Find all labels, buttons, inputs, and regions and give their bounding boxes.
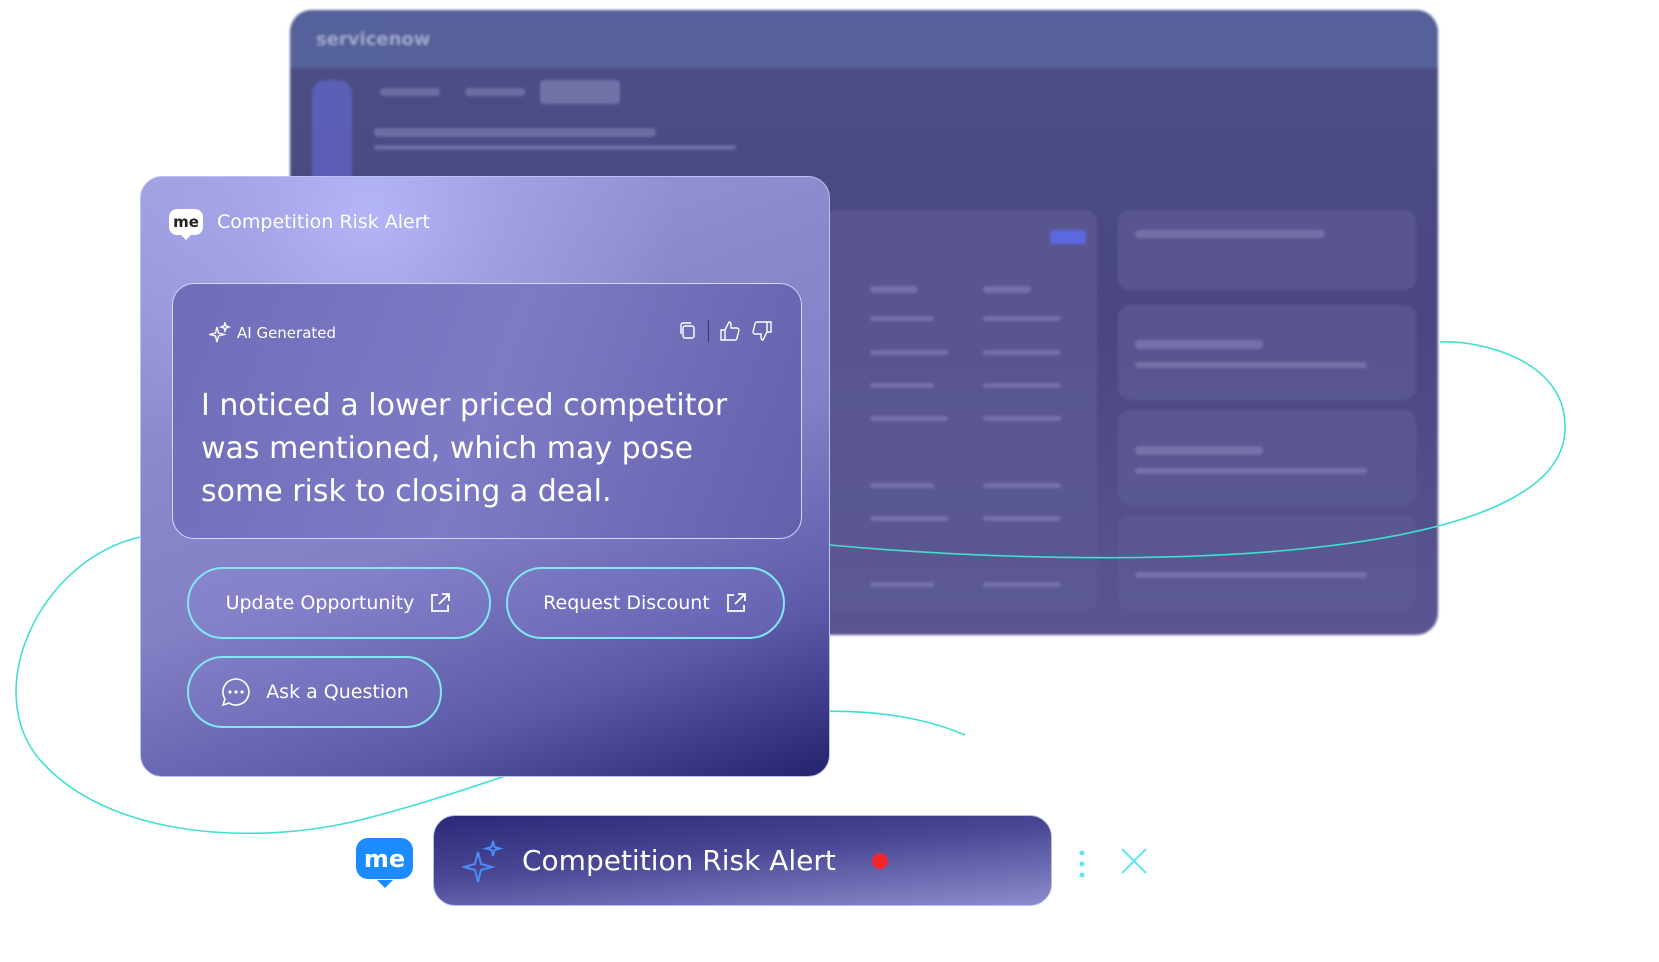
more-options-icon[interactable] (1079, 850, 1085, 878)
notification-controls (1079, 848, 1147, 878)
ai-generated-label: AI Generated (237, 324, 337, 342)
sparkle-icon (209, 322, 231, 343)
ai-message-text: I noticed a lower priced competitor was … (201, 388, 728, 509)
notification-title: Competition Risk Alert (522, 844, 836, 877)
update-opportunity-button[interactable]: Update Opportunity (187, 567, 491, 639)
thumbs-down-icon[interactable] (751, 320, 773, 342)
external-link-icon (431, 593, 451, 612)
external-link-icon (726, 593, 746, 612)
me-logo-icon: me (169, 209, 203, 240)
button-label: Ask a Question (266, 681, 409, 703)
chat-bubble-icon (221, 678, 250, 707)
button-label: Request Discount (543, 592, 710, 614)
button-label: Update Opportunity (225, 592, 415, 614)
copy-icon[interactable] (678, 321, 698, 341)
ask-a-question-button[interactable]: Ask a Question (187, 656, 442, 728)
notification-bar[interactable]: Competition Risk Alert (433, 815, 1052, 906)
me-app-logo-icon[interactable]: me (356, 838, 413, 888)
close-icon[interactable] (1121, 848, 1147, 874)
card-header: me Competition Risk Alert (169, 209, 430, 240)
request-discount-button[interactable]: Request Discount (506, 567, 785, 639)
competition-risk-card: me Competition Risk Alert AI Generated I… (140, 176, 830, 777)
card-title: Competition Risk Alert (217, 211, 430, 233)
divider (708, 320, 709, 342)
ai-badge: AI Generated (209, 322, 336, 344)
thumbs-up-icon[interactable] (719, 320, 741, 342)
status-dot (871, 852, 888, 869)
sparkle-icon (462, 840, 504, 882)
ai-message-box: AI Generated I noticed a lower priced co… (172, 283, 802, 539)
